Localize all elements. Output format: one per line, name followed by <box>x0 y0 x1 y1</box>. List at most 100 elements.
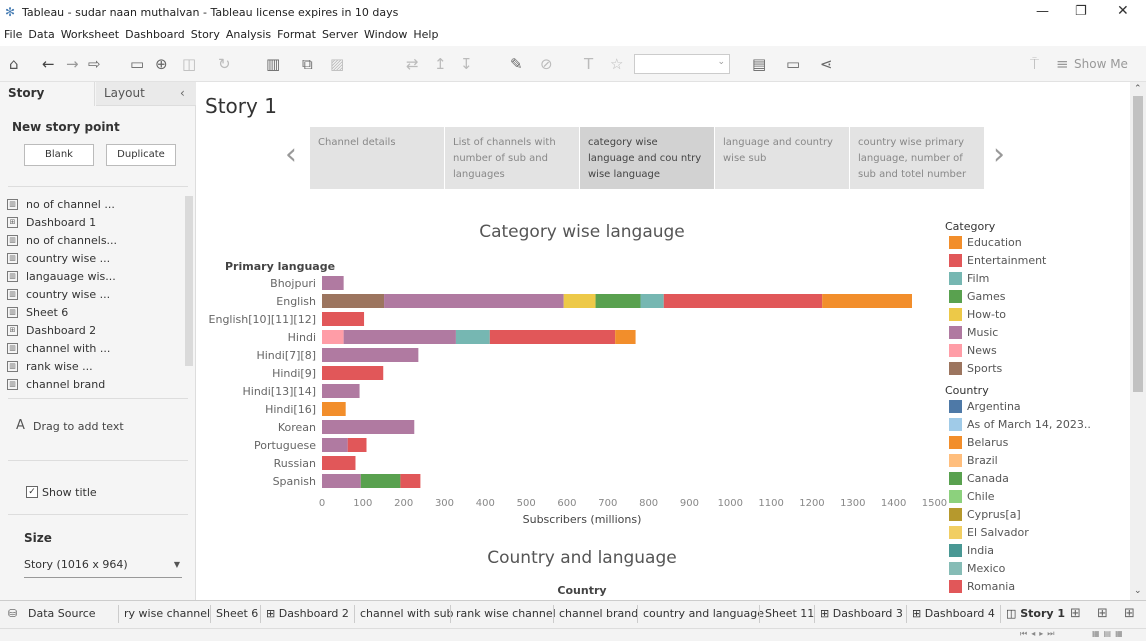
bar-segment-music[interactable] <box>322 420 415 434</box>
bar-segment-education[interactable] <box>322 402 346 416</box>
sort-ascending-icon[interactable]: ↥ <box>434 55 447 73</box>
presentation-mode-icon[interactable]: ▭ <box>786 55 800 73</box>
bar-segment-music[interactable] <box>384 294 564 308</box>
size-dropdown[interactable]: Story (1016 x 964) ▼ <box>24 558 182 578</box>
country-legend-swatch[interactable] <box>949 508 962 521</box>
menu-help[interactable]: Help <box>413 28 438 41</box>
collapse-icon[interactable]: ‹ <box>180 86 185 100</box>
category-legend-swatch[interactable] <box>949 236 962 249</box>
close-icon[interactable]: ✕ <box>1117 3 1129 19</box>
sheet-list-item[interactable]: ▥ no of channel ... <box>7 196 115 214</box>
show-title-checkbox[interactable]: ✓ <box>26 486 38 498</box>
sheet-list-item[interactable]: ▥ langauage wis... <box>7 268 116 286</box>
category-legend-swatch[interactable] <box>949 290 962 303</box>
country-legend-swatch[interactable] <box>949 400 962 413</box>
blank-button[interactable]: Blank <box>24 144 94 166</box>
sheet-tab[interactable]: Sheet 6 <box>216 607 258 620</box>
sheet-list-item[interactable]: ▥ no of channels... <box>7 232 117 250</box>
country-legend-label[interactable]: Romania <box>967 580 1015 593</box>
bar-segment-entertainment[interactable] <box>489 330 616 344</box>
sheet-tab[interactable]: rank wise channel <box>456 607 556 620</box>
sheet-tab[interactable]: channel brand <box>559 607 638 620</box>
country-legend-label[interactable]: Brazil <box>967 454 998 467</box>
sheet-list-item[interactable]: ▥ country wise ... <box>7 250 110 268</box>
bar-segment-how-to[interactable] <box>563 294 596 308</box>
bar-segment-education[interactable] <box>822 294 912 308</box>
category-legend-swatch[interactable] <box>949 308 962 321</box>
country-legend-label[interactable]: Belarus <box>967 436 1008 449</box>
category-legend-label[interactable]: How-to <box>967 308 1006 321</box>
new-dashboard-tab-icon[interactable]: ⊞ <box>1097 606 1108 621</box>
sheet-list-scrollbar[interactable] <box>185 196 193 366</box>
country-legend-label[interactable]: Chile <box>967 490 995 503</box>
undo-icon[interactable]: ← <box>42 55 55 73</box>
sheet-tab[interactable]: Sheet 11 <box>765 607 814 620</box>
category-legend-label[interactable]: Music <box>967 326 998 339</box>
labels-icon[interactable]: T <box>584 55 593 73</box>
pause-updates-icon[interactable]: ◫ <box>182 55 196 73</box>
highlight-icon[interactable]: ✎ <box>510 55 523 73</box>
category-legend-swatch[interactable] <box>949 326 962 339</box>
pin-icon[interactable]: ☆ <box>610 55 623 73</box>
menu-analysis[interactable]: Analysis <box>226 28 271 41</box>
ask-data-icon[interactable]: ⍑ <box>1030 55 1039 73</box>
clear-sheet-icon[interactable]: ▨ <box>330 55 344 73</box>
bar-segment-music[interactable] <box>322 474 361 488</box>
country-legend-label[interactable]: Mexico <box>967 562 1005 575</box>
country-legend-swatch[interactable] <box>949 580 962 593</box>
save-icon[interactable]: ▭ <box>130 55 144 73</box>
sheet-list-item[interactable]: ▥ channel with ... <box>7 340 110 358</box>
country-legend-swatch[interactable] <box>949 436 962 449</box>
duplicate-sheet-icon[interactable]: ⧉ <box>302 55 313 73</box>
duplicate-button[interactable]: Duplicate <box>106 144 176 166</box>
menu-dashboard[interactable]: Dashboard <box>125 28 185 41</box>
sheet-list-item[interactable]: ▥ channel brand <box>7 376 105 394</box>
category-legend-swatch[interactable] <box>949 272 962 285</box>
bar-segment-entertainment[interactable] <box>347 438 367 452</box>
category-legend-swatch[interactable] <box>949 362 962 375</box>
category-legend-label[interactable]: Entertainment <box>967 254 1046 267</box>
country-legend-label[interactable]: Cyprus[a] <box>967 508 1021 521</box>
bar-segment-entertainment[interactable] <box>322 456 356 470</box>
sheet-tab[interactable]: channel with sub <box>360 607 454 620</box>
scrollbar-thumb[interactable] <box>1133 96 1143 392</box>
country-legend-swatch[interactable] <box>949 454 962 467</box>
bar-segment-entertainment[interactable] <box>663 294 823 308</box>
bar-segment-sports[interactable] <box>322 294 385 308</box>
sheet-tab[interactable]: ⊞ Dashboard 4 <box>912 607 995 620</box>
category-legend-label[interactable]: Film <box>967 272 989 285</box>
new-data-source-icon[interactable]: ⊕ <box>155 55 168 73</box>
group-icon[interactable]: ⊘ <box>540 55 553 73</box>
bar-segment-entertainment[interactable] <box>322 312 365 326</box>
minimize-icon[interactable]: — <box>1036 4 1049 19</box>
sheet-navigation-icon[interactable]: ⏮◂▸⏭ <box>1020 629 1058 639</box>
category-legend-label[interactable]: News <box>967 344 997 357</box>
bar-segment-entertainment[interactable] <box>400 474 421 488</box>
category-legend-label[interactable]: Education <box>967 236 1022 249</box>
bar-segment-film[interactable] <box>640 294 664 308</box>
bar-segment-music[interactable] <box>322 276 344 290</box>
home-icon[interactable]: ⌂ <box>9 55 19 73</box>
vertical-scrollbar[interactable]: ⌃ ⌄ <box>1130 82 1146 600</box>
country-legend-label[interactable]: India <box>967 544 994 557</box>
bar-segment-news[interactable] <box>322 330 344 344</box>
redo-icon[interactable]: → <box>66 55 79 73</box>
menu-story[interactable]: Story <box>191 28 220 41</box>
swap-icon[interactable]: ⇄ <box>406 55 419 73</box>
bar-segment-music[interactable] <box>322 438 348 452</box>
bar-segment-music[interactable] <box>322 384 360 398</box>
bar-segment-film[interactable] <box>455 330 490 344</box>
country-legend-label[interactable]: As of March 14, 2023.. <box>967 418 1091 431</box>
country-legend-swatch[interactable] <box>949 472 962 485</box>
category-legend-swatch[interactable] <box>949 344 962 357</box>
category-legend-swatch[interactable] <box>949 254 962 267</box>
sheet-tab[interactable]: country and language <box>643 607 764 620</box>
bar-segment-games[interactable] <box>595 294 641 308</box>
bar-segment-education[interactable] <box>615 330 636 344</box>
sheet-tab[interactable]: ry wise channel <box>124 607 210 620</box>
sheet-list-item[interactable]: ⊞ Dashboard 1 <box>7 214 96 232</box>
bar-segment-games[interactable] <box>360 474 401 488</box>
new-worksheet-icon[interactable]: ▥ <box>266 55 280 73</box>
sheet-tab[interactable]: ◫ Story 1 <box>1006 607 1065 620</box>
bar-segment-entertainment[interactable] <box>322 366 384 380</box>
